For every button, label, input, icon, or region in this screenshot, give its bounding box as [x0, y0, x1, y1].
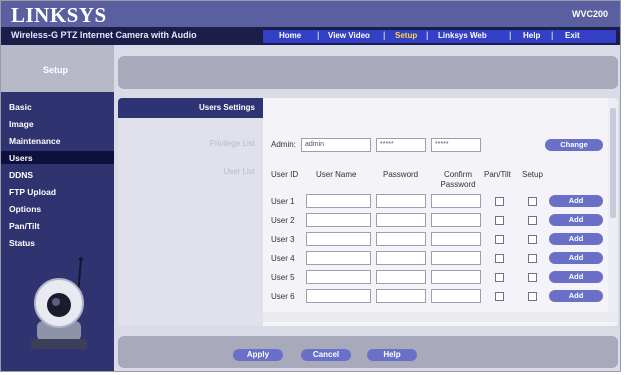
setup-checkbox[interactable]: [528, 216, 537, 225]
pan-tilt-checkbox[interactable]: [495, 254, 504, 263]
setup-checkbox[interactable]: [528, 197, 537, 206]
model-number: WVC200: [571, 9, 608, 19]
linksys-logo: LINKSYS: [11, 3, 107, 27]
sidebar-item-users[interactable]: Users: [9, 153, 33, 163]
user-confirm-field[interactable]: [431, 270, 481, 284]
admin-label: Admin:: [271, 140, 296, 149]
header-setup: Setup: [522, 170, 543, 179]
user-name-field[interactable]: [306, 251, 371, 265]
user-id-label: User 4: [271, 254, 295, 263]
admin-confirm-field[interactable]: *****: [431, 138, 481, 152]
sidebar-item-ftp-upload[interactable]: FTP Upload: [9, 187, 56, 197]
add-user-button[interactable]: Add: [549, 271, 603, 283]
nav-linksys-web[interactable]: Linksys Web: [438, 31, 487, 40]
user-id-label: User 5: [271, 273, 295, 282]
nav-separator: |: [509, 30, 512, 40]
setup-checkbox[interactable]: [528, 254, 537, 263]
user-confirm-field[interactable]: [431, 232, 481, 246]
user-confirm-field[interactable]: [431, 213, 481, 227]
top-gray-strip: [118, 56, 618, 89]
nav-separator: |: [426, 30, 429, 40]
sidebar-item-status[interactable]: Status: [9, 238, 35, 248]
tab-user-list[interactable]: User List: [118, 162, 263, 182]
sidebar-item-options[interactable]: Options: [9, 204, 41, 214]
product-title: Wireless-G PTZ Internet Camera with Audi…: [11, 30, 197, 40]
nav-exit[interactable]: Exit: [565, 31, 580, 40]
setup-checkbox[interactable]: [528, 292, 537, 301]
apply-button[interactable]: Apply: [233, 349, 283, 361]
nav-home[interactable]: Home: [279, 31, 301, 40]
tab-users-settings[interactable]: Users Settings: [118, 98, 263, 118]
setup-checkbox[interactable]: [528, 235, 537, 244]
camera-image: [31, 257, 87, 349]
admin-name-field[interactable]: admin: [301, 138, 371, 152]
user-password-field[interactable]: [376, 251, 426, 265]
add-user-button[interactable]: Add: [549, 290, 603, 302]
nav-separator: |: [551, 30, 554, 40]
user-name-field[interactable]: [306, 289, 371, 303]
sidebar-item-pan-tilt[interactable]: Pan/Tilt: [9, 221, 40, 231]
user-confirm-field[interactable]: [431, 251, 481, 265]
sidebar-heading: Setup: [43, 65, 69, 75]
setup-checkbox[interactable]: [528, 273, 537, 282]
sidebar-item-basic[interactable]: Basic: [9, 102, 32, 112]
user-password-field[interactable]: [376, 213, 426, 227]
header-user-name: User Name: [316, 170, 357, 179]
add-user-button[interactable]: Add: [549, 214, 603, 226]
user-id-label: User 6: [271, 292, 295, 301]
vertical-scroll-thumb[interactable]: [610, 108, 616, 218]
camera-setup-window: LINKSYS WVC200 Wireless-G PTZ Internet C…: [0, 0, 621, 372]
nav-help[interactable]: Help: [523, 31, 540, 40]
add-user-button[interactable]: Add: [549, 233, 603, 245]
user-name-field[interactable]: [306, 194, 371, 208]
header-user-id: User ID: [271, 170, 299, 179]
pan-tilt-checkbox[interactable]: [495, 235, 504, 244]
user-password-field[interactable]: [376, 270, 426, 284]
user-id-label: User 2: [271, 216, 295, 225]
pan-tilt-checkbox[interactable]: [495, 197, 504, 206]
nav-separator: |: [383, 30, 386, 40]
user-confirm-field[interactable]: [431, 289, 481, 303]
cancel-button[interactable]: Cancel: [301, 349, 351, 361]
user-id-label: User 3: [271, 235, 295, 244]
pan-tilt-checkbox[interactable]: [495, 273, 504, 282]
sidebar-item-ddns[interactable]: DDNS: [9, 170, 33, 180]
help-button[interactable]: Help: [367, 349, 417, 361]
header-bar: LINKSYS WVC200: [1, 1, 620, 27]
subtab-column: [118, 98, 263, 326]
user-password-field[interactable]: [376, 232, 426, 246]
horizontal-scrollbar[interactable]: [263, 312, 618, 322]
top-nav: Home | View Video | Setup | Linksys Web …: [263, 30, 616, 43]
tab-privilege-list[interactable]: Privilege List: [118, 134, 263, 154]
pan-tilt-checkbox[interactable]: [495, 216, 504, 225]
user-name-field[interactable]: [306, 232, 371, 246]
add-user-button[interactable]: Add: [549, 195, 603, 207]
nav-view-video[interactable]: View Video: [328, 31, 370, 40]
nav-separator: |: [317, 30, 320, 40]
header-password: Password: [383, 170, 419, 179]
pan-tilt-checkbox[interactable]: [495, 292, 504, 301]
sidebar-item-image[interactable]: Image: [9, 119, 34, 129]
user-password-field[interactable]: [376, 194, 426, 208]
user-name-field[interactable]: [306, 213, 371, 227]
user-password-field[interactable]: [376, 289, 426, 303]
add-user-button[interactable]: Add: [549, 252, 603, 264]
nav-setup[interactable]: Setup: [395, 31, 417, 40]
admin-password-field[interactable]: *****: [376, 138, 426, 152]
header-pan-tilt: Pan/Tilt: [484, 170, 511, 179]
user-id-label: User 1: [271, 197, 295, 206]
change-button[interactable]: Change: [545, 139, 603, 151]
header-confirm-password: Confirm Password: [440, 170, 476, 189]
sidebar-item-maintenance[interactable]: Maintenance: [9, 136, 61, 146]
settings-panel: Users Settings Privilege List User List …: [118, 98, 618, 326]
user-confirm-field[interactable]: [431, 194, 481, 208]
user-name-field[interactable]: [306, 270, 371, 284]
